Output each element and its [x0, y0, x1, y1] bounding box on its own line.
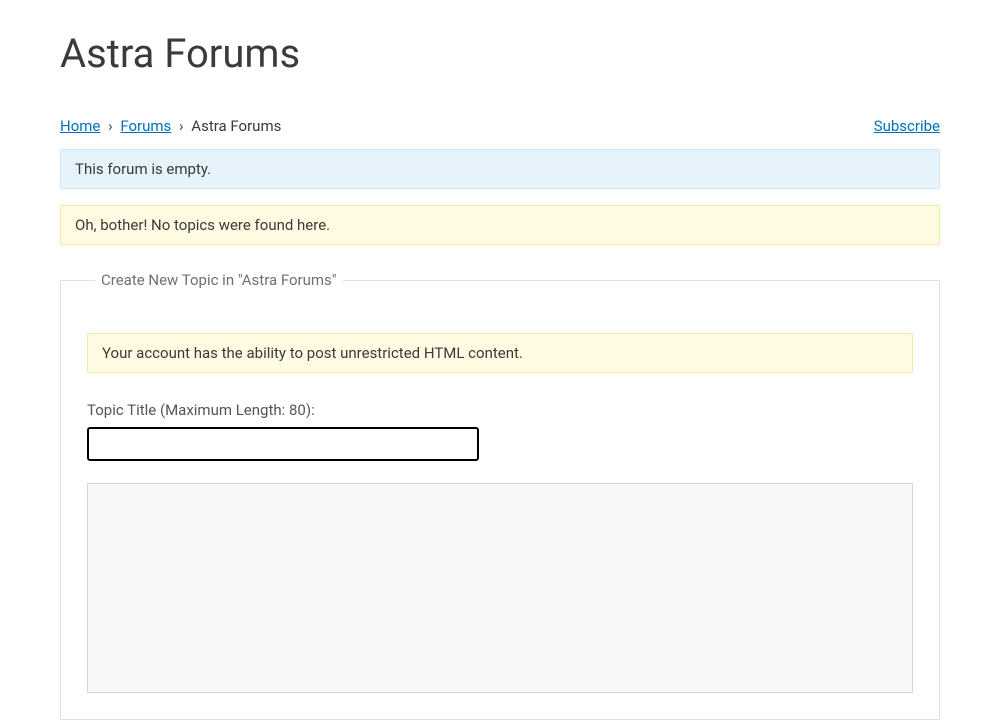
topic-title-input[interactable]	[87, 427, 479, 461]
page-title: Astra Forums	[60, 30, 940, 77]
breadcrumb-separator: ›	[108, 117, 113, 135]
subscribe-link[interactable]: Subscribe	[874, 117, 940, 135]
breadcrumb-separator: ›	[179, 117, 184, 135]
topic-content-editor[interactable]	[87, 483, 913, 693]
breadcrumb-home-link[interactable]: Home	[60, 117, 100, 135]
create-topic-fieldset: Create New Topic in "Astra Forums" Your …	[60, 271, 940, 720]
topic-title-label: Topic Title (Maximum Length: 80):	[87, 401, 913, 419]
breadcrumb-forums-link[interactable]: Forums	[120, 117, 171, 135]
breadcrumb-current: Astra Forums	[191, 117, 281, 135]
no-topics-notice: Oh, bother! No topics were found here.	[60, 205, 940, 245]
create-topic-legend: Create New Topic in "Astra Forums"	[95, 271, 343, 289]
breadcrumb: Home › Forums › Astra Forums	[60, 117, 281, 135]
breadcrumb-row: Home › Forums › Astra Forums Subscribe	[60, 117, 940, 135]
forum-empty-notice: This forum is empty.	[60, 149, 940, 189]
html-permission-notice: Your account has the ability to post unr…	[87, 333, 913, 373]
